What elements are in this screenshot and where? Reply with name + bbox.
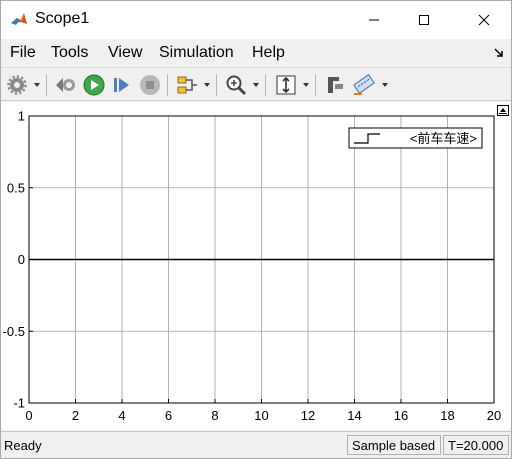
status-bar: Ready Sample based T=20.000 <box>1 431 511 458</box>
scope-chart: 0 2 4 6 8 10 12 14 16 18 20 1 0.5 0 -0.5 -1 <前车车速> <box>3 109 502 424</box>
menu-help[interactable]: Help <box>252 44 285 62</box>
x-tick-label: 6 <box>165 408 172 423</box>
undock-axes-icon[interactable] <box>497 105 509 116</box>
legend-label: <前车车速> <box>410 131 477 146</box>
signal-selector-dropdown-icon[interactable] <box>203 81 211 89</box>
zoom-in-icon[interactable] <box>224 73 248 97</box>
dock-icon[interactable] <box>493 47 505 59</box>
x-tick-label: 18 <box>440 408 454 423</box>
step-forward-icon[interactable] <box>110 73 134 97</box>
scope-window: Scope1 File Tools View Simulation Help 0… <box>0 0 512 459</box>
signal-selector-icon[interactable] <box>175 73 199 97</box>
title-bar: Scope1 <box>1 1 511 39</box>
time-status: T=20.000 <box>443 435 509 455</box>
settings-dropdown-icon[interactable] <box>33 81 41 89</box>
run-icon[interactable] <box>82 73 106 97</box>
x-tick-label: 10 <box>254 408 268 423</box>
highlight-block-icon[interactable] <box>323 73 347 97</box>
close-icon <box>478 14 490 26</box>
fit-dropdown-icon[interactable] <box>302 81 310 89</box>
y-tick-label: 0.5 <box>7 180 25 195</box>
sample-mode-status: Sample based <box>347 435 441 455</box>
menu-tools[interactable]: Tools <box>51 44 88 62</box>
settings-gear-icon[interactable] <box>5 73 29 97</box>
toolbar-separator <box>167 74 168 96</box>
x-tick-label: 4 <box>118 408 125 423</box>
measurements-icon[interactable] <box>352 73 376 97</box>
maximize-icon <box>419 15 429 25</box>
x-tick-label: 16 <box>394 408 408 423</box>
toolbar-separator <box>315 74 316 96</box>
toolbar <box>1 67 511 101</box>
step-back-icon[interactable] <box>54 73 78 97</box>
y-tick-label: -1 <box>13 396 25 411</box>
maximize-button[interactable] <box>401 1 447 39</box>
toolbar-separator <box>265 74 266 96</box>
window-title: Scope1 <box>35 10 90 27</box>
toolbar-separator <box>216 74 217 96</box>
x-tick-label: 14 <box>347 408 361 423</box>
x-tick-label: 20 <box>487 408 501 423</box>
matlab-logo-icon <box>11 13 27 25</box>
x-tick-label: 8 <box>211 408 218 423</box>
menu-simulation[interactable]: Simulation <box>159 44 234 62</box>
stop-icon[interactable] <box>138 73 162 97</box>
x-tick-label: 2 <box>72 408 79 423</box>
status-ready: Ready <box>4 438 42 453</box>
x-tick-label: 12 <box>301 408 315 423</box>
menu-view[interactable]: View <box>108 44 142 62</box>
y-tick-label: 0 <box>18 252 25 267</box>
menu-bar: File Tools View Simulation Help <box>1 39 511 67</box>
minimize-button[interactable] <box>351 1 397 39</box>
toolbar-separator <box>46 74 47 96</box>
menu-file[interactable]: File <box>10 44 36 62</box>
plot-area: 0 2 4 6 8 10 12 14 16 18 20 1 0.5 0 -0.5 -1 <前车车速> <box>1 102 511 430</box>
minimize-icon <box>369 19 379 21</box>
measurements-dropdown-icon[interactable] <box>381 81 389 89</box>
fit-to-view-icon[interactable] <box>274 73 298 97</box>
close-button[interactable] <box>461 1 507 39</box>
y-tick-label: -0.5 <box>3 324 25 339</box>
zoom-dropdown-icon[interactable] <box>252 81 260 89</box>
y-tick-label: 1 <box>18 109 25 124</box>
x-tick-label: 0 <box>25 408 32 423</box>
